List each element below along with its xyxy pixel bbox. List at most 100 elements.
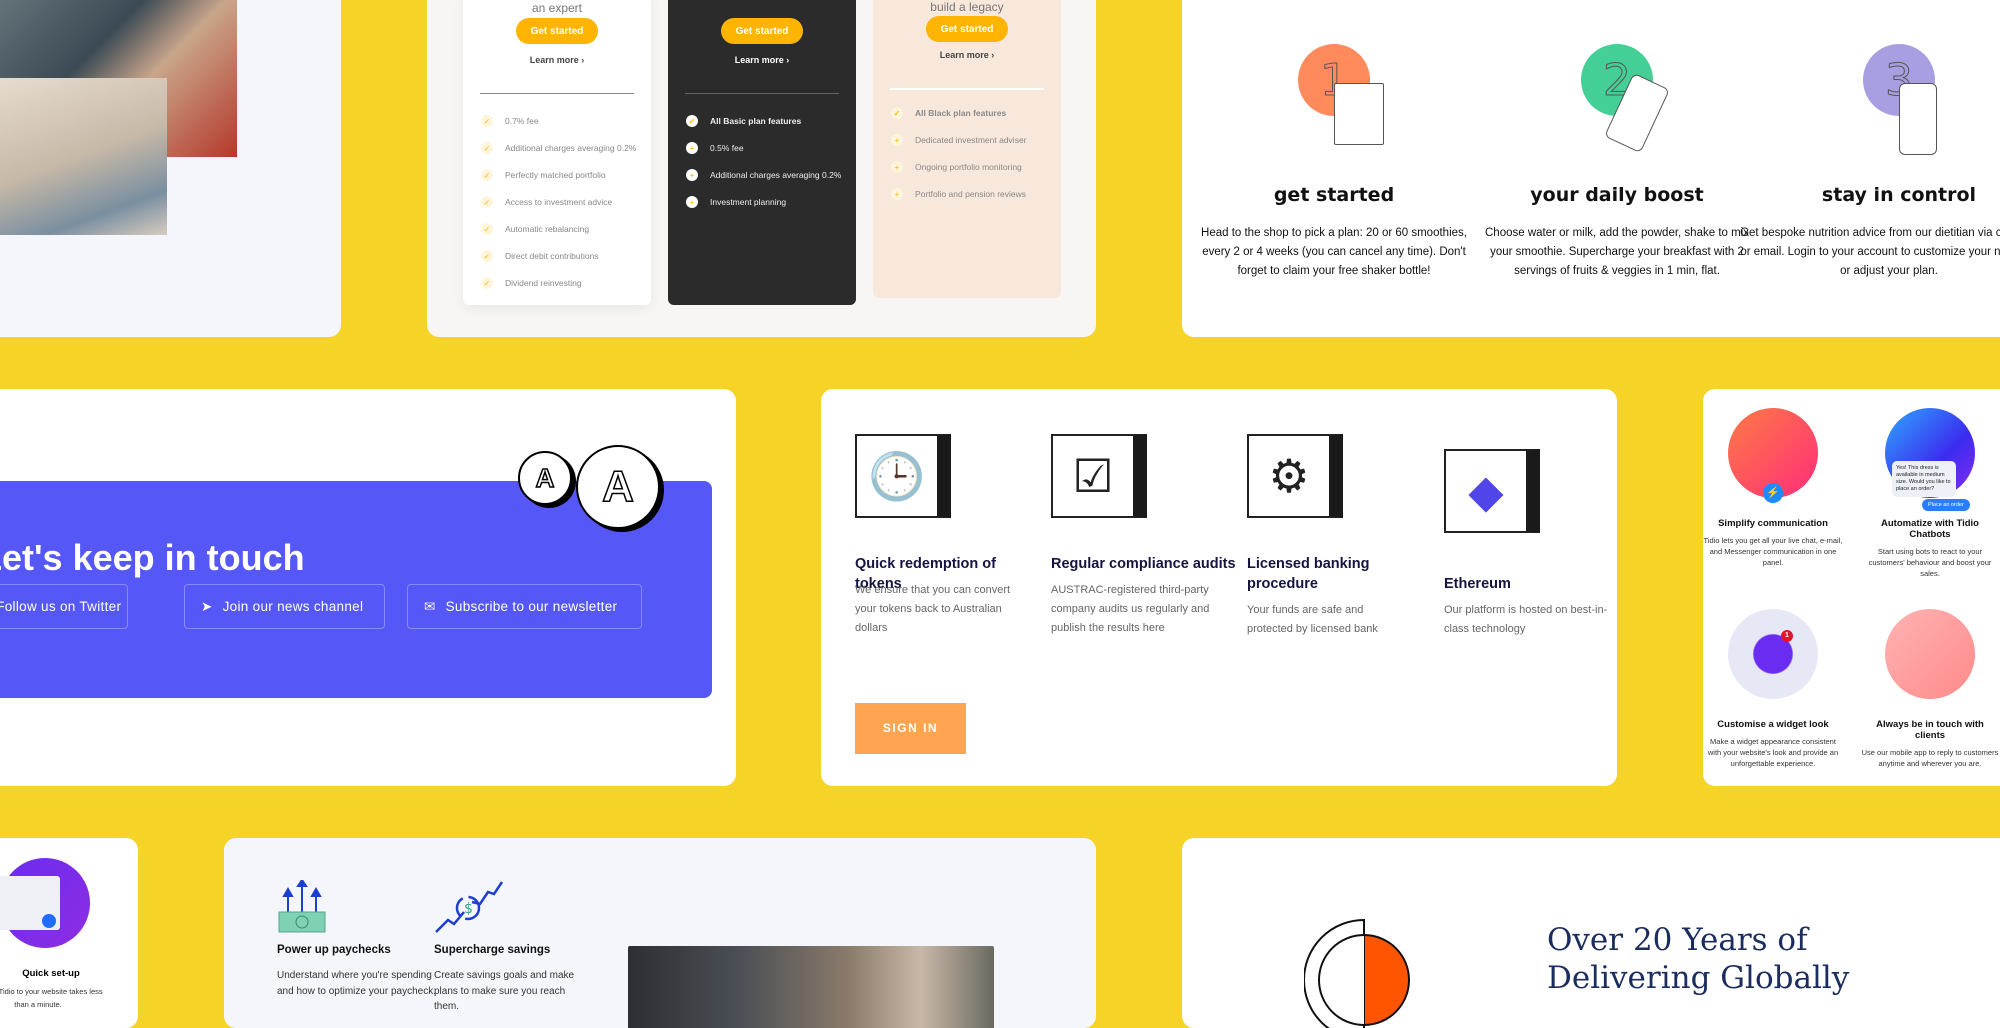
phone-icon <box>1899 83 1937 155</box>
plan-black: advice Get started Learn more › ✓All Bas… <box>668 0 856 305</box>
feature-label: Portfolio and pension reviews <box>915 189 1027 199</box>
feature-label: Direct debit contributions <box>505 251 599 261</box>
photo-card <box>0 0 341 337</box>
pricing-card: an expert Get started Learn more › ✓ 0.7%… <box>427 0 1096 337</box>
box-icon <box>1334 83 1384 145</box>
button-label: Follow us on Twitter <box>0 599 122 614</box>
learn-more-link[interactable]: Learn more › <box>463 55 651 65</box>
feature-illustration <box>1885 609 1975 699</box>
feature-label: All Basic plan features <box>710 116 802 126</box>
plus-icon: + <box>891 134 903 146</box>
notification-badge: 1 <box>1781 630 1793 642</box>
sign-in-button[interactable]: SIGN IN <box>855 703 966 754</box>
quick-setup-card: Quick set-up Adding Tidio to your websit… <box>0 838 138 1028</box>
check-icon: ✓ <box>481 169 493 181</box>
get-started-button[interactable]: Get started <box>721 18 803 44</box>
check-icon: ✓ <box>481 250 493 262</box>
feature-item: ✓ All Basic plan features <box>686 115 801 127</box>
feature-title: Customise a widget look <box>1717 719 1829 730</box>
feature-title: Simplify communication <box>1718 518 1828 529</box>
feature-label: Perfectly matched portfolio <box>505 170 606 180</box>
fintech-card: $ Power up paychecks Understand where you… <box>224 838 1096 1028</box>
get-started-button[interactable]: Get started <box>926 16 1008 42</box>
feature-item: ✓ Access to investment advice <box>481 196 612 208</box>
feature-label: 0.5% fee <box>710 143 744 153</box>
quick-setup-title: Quick set-up <box>22 968 80 979</box>
plan-subtitle: build a legacy <box>930 0 1004 14</box>
plan-premium: build a legacy Get started Learn more › … <box>873 0 1061 298</box>
newsletter-button[interactable]: ✉ Subscribe to our newsletter <box>407 584 642 629</box>
safe-icon: ⚙ <box>1247 434 1343 518</box>
check-icon: ✓ <box>686 115 698 127</box>
step-text: Head to the shop to pick a plan: 20 or 6… <box>1201 227 1467 277</box>
crypto-features-card: 🕒 Quick redemption of tokens We ensure t… <box>821 389 1617 786</box>
feature-label: Additional charges averaging 0.2% <box>710 170 842 180</box>
feature-text: Make a widget appearance consistent with… <box>1707 737 1839 768</box>
feature-text: Create savings goals and make plans to m… <box>434 970 575 1012</box>
feature-item: ✓ Perfectly matched portfolio <box>481 169 606 181</box>
feature-title: Regular compliance audits <box>1051 556 1236 572</box>
feature-label: Dividend reinvesting <box>505 278 582 288</box>
smoothie-steps-card: 1 get started Head to the shop to pick a… <box>1182 0 2000 337</box>
learn-more-link[interactable]: Learn more › <box>873 50 1061 60</box>
feature-text: Use our mobile app to reply to customers… <box>1861 748 1999 768</box>
telegram-icon: ➤ <box>201 598 213 614</box>
step-title: your daily boost <box>1530 184 1704 206</box>
learn-more-label: Learn more <box>734 55 784 65</box>
ethereum-icon: ◆ <box>1444 449 1540 533</box>
company-logo-icon <box>1303 918 1434 1028</box>
global-headline-line2: Delivering Globally <box>1547 960 1850 996</box>
news-channel-button[interactable]: ➤ Join our news channel <box>184 584 385 629</box>
svg-text:$: $ <box>464 901 473 917</box>
chat-bubble: Yes! This dress is available in medium s… <box>1892 461 1956 497</box>
learn-more-link[interactable]: Learn more › <box>668 55 856 65</box>
twitter-button[interactable]: 𝕏Follow us on Twitter <box>0 584 128 629</box>
feature-title: Power up paychecks <box>277 944 391 956</box>
divider <box>890 88 1044 90</box>
feature-label: Ongoing portfolio monitoring <box>915 162 1022 172</box>
feature-label: Investment planning <box>710 197 787 207</box>
photo-woman-laptop <box>628 946 994 1028</box>
plus-icon: + <box>686 142 698 154</box>
feature-label: Automatic rebalancing <box>505 224 590 234</box>
feature-text: We ensure that you can convert your toke… <box>855 584 1011 634</box>
feature-item: ✓ Additional charges averaging 0.2% <box>481 142 636 154</box>
plus-icon: + <box>686 169 698 181</box>
divider <box>480 93 634 94</box>
savings-growth-icon: $ <box>434 880 504 935</box>
learn-more-label: Learn more <box>939 50 989 60</box>
laptop-illustration-icon <box>0 858 90 948</box>
feature-label: Dedicated investment adviser <box>915 135 1027 145</box>
feature-text: AUSTRAC-registered third-party company a… <box>1051 584 1210 634</box>
plan-basic: an expert Get started Learn more › ✓ 0.7%… <box>463 0 651 305</box>
get-started-button[interactable]: Get started <box>516 18 598 44</box>
photo-family <box>0 78 167 235</box>
keep-in-touch-card: Let's keep in touch A A 𝕏Follow us on Tw… <box>0 389 736 786</box>
button-label: Join our news channel <box>222 599 364 614</box>
step-title: get started <box>1273 184 1395 206</box>
step-text: Get bespoke nutrition advice from our di… <box>1740 227 2000 277</box>
checklist-icon: ☑ <box>1051 434 1147 518</box>
step-text: Choose water or milk, add the powder, sh… <box>1485 227 1749 277</box>
feature-item: ✓ All Black plan features <box>891 107 1006 119</box>
keep-in-touch-title: Let's keep in touch <box>0 537 305 578</box>
mail-icon: ✉ <box>424 598 436 614</box>
feature-item: +0.5% fee <box>686 142 744 154</box>
feature-label: Access to investment advice <box>505 197 613 207</box>
coin-small-icon: A <box>518 451 572 505</box>
learn-more-label: Learn more <box>529 55 579 65</box>
check-icon: ✓ <box>481 223 493 235</box>
clock-icon: 🕒 <box>855 434 951 518</box>
check-icon: ✓ <box>481 277 493 289</box>
feature-item: + Dedicated investment adviser <box>891 134 1027 146</box>
feature-text: Start using bots to react to your custom… <box>1868 547 1992 578</box>
feature-title: Supercharge savings <box>434 944 551 956</box>
plus-icon: + <box>891 161 903 173</box>
check-icon: ✓ <box>481 196 493 208</box>
check-icon: ✓ <box>891 107 903 119</box>
place-order-button[interactable]: Place an order <box>1922 499 1970 511</box>
feature-text: Understand where you're spending and how… <box>277 970 436 997</box>
coin-large-icon: A <box>576 445 660 529</box>
feature-title: Always be in touch with clients <box>1876 719 1984 741</box>
global-delivery-card: Over 20 Years of Delivering Globally <box>1182 838 2000 1028</box>
